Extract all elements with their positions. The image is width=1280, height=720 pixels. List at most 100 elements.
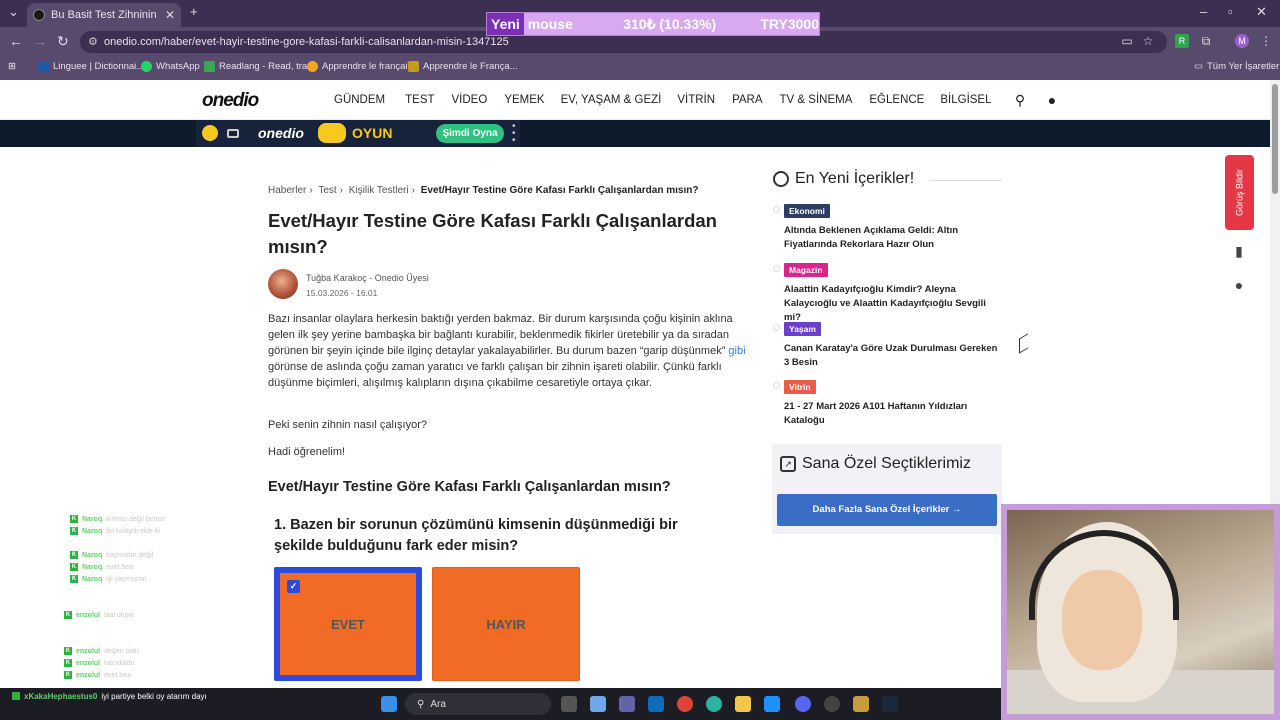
breadcrumb-kisilik[interactable]: Kişilik Testleri bbox=[349, 185, 409, 196]
paragraph-question: Peki senin zihnin nasıl çalışıyor? bbox=[268, 419, 427, 431]
bookmark-add-icon[interactable]: ▮ bbox=[1231, 243, 1247, 259]
gamepad-icon bbox=[202, 125, 218, 141]
webcam-overlay bbox=[1001, 504, 1280, 720]
answer-evet[interactable]: ✓ EVET bbox=[274, 567, 422, 681]
restore-icon[interactable]: ▫ bbox=[1228, 4, 1233, 19]
badge-ekonomi[interactable]: Ekonomi bbox=[784, 204, 830, 218]
extensions-icon[interactable]: ⧉ bbox=[1199, 34, 1213, 48]
nav-tv-sinema[interactable]: TV & SİNEMA bbox=[780, 94, 853, 106]
author-name[interactable]: Tuğba Karakoç bbox=[306, 273, 367, 283]
scrollbar-thumb[interactable] bbox=[1272, 84, 1278, 194]
taskbar-search[interactable]: ⚲ Ara bbox=[405, 693, 551, 715]
start-icon[interactable] bbox=[381, 696, 397, 712]
donation-ticker: Yeni mouse 310₺ (10.33%) TRY3000 bbox=[486, 12, 820, 36]
game-word: OYUN bbox=[352, 125, 393, 141]
tab-title: Bu Basit Test Zihninin Nasıl Çalı bbox=[51, 9, 159, 21]
stream-chat-overlay: K Naroq kırmızı değil bence K Naroq bu kolay… bbox=[34, 488, 274, 688]
intro-link[interactable]: gibi bbox=[728, 345, 745, 357]
nav-video[interactable]: VİDEO bbox=[452, 94, 488, 106]
user-icon[interactable]: ● bbox=[1044, 92, 1060, 108]
bookmark-star-icon[interactable]: ☆ bbox=[1141, 34, 1155, 48]
nav-eglence[interactable]: EĞLENCE bbox=[869, 94, 924, 106]
profile-avatar[interactable]: M bbox=[1235, 34, 1249, 48]
breadcrumb-test[interactable]: Test bbox=[318, 185, 336, 196]
bookmark-apprendre-2[interactable]: Apprendre le França... bbox=[408, 61, 518, 72]
bookmark-readlang[interactable]: Readlang - Read, tra... bbox=[204, 61, 315, 72]
news-item-3[interactable]: Canan Karatay'a Göre Uzak Durulması Gere… bbox=[784, 342, 1004, 370]
league-icon[interactable] bbox=[853, 696, 869, 712]
teams-icon[interactable] bbox=[619, 696, 635, 712]
kick-badge-icon: K bbox=[70, 575, 78, 583]
breadcrumb-current: Evet/Hayır Testine Göre Kafası Farklı Ça… bbox=[420, 185, 699, 196]
site-logo[interactable]: onedio bbox=[202, 90, 259, 112]
chat-row: Kenzolul laal oluyo bbox=[64, 611, 134, 619]
chat-row: K Naroq iyi yapmışsın bbox=[70, 575, 147, 583]
news-item-1[interactable]: Altında Beklenen Açıklama Geldi: Altın F… bbox=[784, 224, 1004, 252]
back-icon[interactable]: ← bbox=[9, 33, 23, 49]
nav-ev-yasam-gezi[interactable]: EV, YAŞAM & GEZİ bbox=[561, 94, 662, 106]
chat-row: K Naroq kaçmadın değil bbox=[70, 551, 154, 559]
search-icon[interactable]: ⚲ bbox=[1012, 92, 1028, 108]
site-info-icon[interactable]: ⚙ bbox=[88, 35, 98, 48]
all-bookmarks[interactable]: ▭ Tüm Yer İşaretleri bbox=[1194, 61, 1280, 72]
close-tab-icon[interactable]: ✕ bbox=[165, 8, 175, 22]
answer-hayir[interactable]: HAYIR bbox=[432, 567, 580, 681]
ticker-price: 310₺ (10.33%) bbox=[623, 15, 717, 32]
forward-icon[interactable]: → bbox=[33, 33, 47, 49]
site-header: onedio GÜNDEM TEST VİDEO YEMEK EV, YAŞAM… bbox=[0, 80, 1270, 120]
feedback-button[interactable]: Görüş Bildir bbox=[1225, 155, 1254, 230]
browser-tab[interactable]: Bu Basit Test Zihninin Nasıl Çalı ✕ bbox=[27, 3, 181, 27]
nav-vitrin[interactable]: VİTRİN bbox=[677, 94, 715, 106]
new-tab-icon[interactable]: + bbox=[190, 4, 198, 19]
file-explorer-icon[interactable] bbox=[735, 696, 751, 712]
author-line: Tuğba Karakoç - Onedio Üyesi bbox=[306, 273, 429, 283]
discord-icon[interactable] bbox=[795, 696, 811, 712]
close-window-icon[interactable]: ✕ bbox=[1256, 4, 1267, 20]
answer-evet-label: EVET bbox=[331, 616, 365, 632]
site-favicon-icon bbox=[33, 9, 45, 21]
badge-vitrin[interactable]: Vitrin bbox=[784, 380, 816, 394]
nav-yemek[interactable]: YEMEK bbox=[504, 94, 544, 106]
tab-search-icon[interactable]: ⌄ bbox=[8, 4, 19, 20]
outlook-icon[interactable] bbox=[648, 696, 664, 712]
ticker-label: Yeni bbox=[487, 13, 524, 35]
more-for-you-button[interactable]: Daha Fazla Sana Özel İçerikler → bbox=[777, 494, 997, 526]
cast-icon[interactable]: ▭ bbox=[1120, 34, 1134, 48]
more-dots-icon[interactable]: • • • bbox=[512, 122, 516, 146]
checkmark-icon: ✓ bbox=[287, 580, 300, 593]
badge-yasam[interactable]: Yaşam bbox=[784, 322, 821, 336]
chrome-icon[interactable] bbox=[677, 696, 693, 712]
apps-icon[interactable]: ⊞ bbox=[8, 61, 16, 72]
minimize-icon[interactable]: – bbox=[1200, 4, 1207, 19]
mail-icon[interactable] bbox=[764, 696, 780, 712]
bookmark-linguee[interactable]: Linguee | Dictionnai... bbox=[38, 61, 144, 72]
game-promo-bar: onedio OYUN Şimdi Oyna • • • bbox=[0, 120, 1270, 147]
edge-icon[interactable] bbox=[706, 696, 722, 712]
search-icon: ⚲ bbox=[417, 698, 425, 710]
publish-date: 15.03.2026 - 16:01 bbox=[306, 288, 378, 298]
nav-bilgisel[interactable]: BİLGİSEL bbox=[940, 94, 991, 106]
play-now-button[interactable]: Şimdi Oyna bbox=[436, 124, 504, 143]
nav-para[interactable]: PARA bbox=[732, 94, 762, 106]
answer-hayir-label: HAYIR bbox=[486, 616, 526, 632]
reload-icon[interactable]: ↻ bbox=[57, 33, 69, 50]
news-item-2[interactable]: Alaattin Kadayıfçıoğlu Kimdir? Aleyna Ka… bbox=[784, 283, 1004, 325]
obs-icon[interactable] bbox=[824, 696, 840, 712]
nav-test[interactable]: TEST bbox=[405, 94, 434, 106]
news-item-4[interactable]: 21 - 27 Mart 2026 A101 Haftanın Yıldızla… bbox=[784, 400, 1004, 428]
menu-icon[interactable]: ⋮ bbox=[1259, 34, 1273, 48]
chat-message: iyi partiye belki oy atarım dayı bbox=[101, 691, 207, 701]
badge-magazin[interactable]: Magazin bbox=[784, 263, 828, 277]
bookmark-apprendre-1[interactable]: Apprendre le français bbox=[307, 61, 412, 72]
comments-icon[interactable]: ● bbox=[1231, 277, 1247, 293]
breadcrumb-haberler[interactable]: Haberler bbox=[268, 185, 306, 196]
game-promo-banner[interactable]: onedio OYUN Şimdi Oyna • • • bbox=[196, 120, 520, 147]
nav-gundem[interactable]: GÜNDEM bbox=[334, 94, 385, 106]
copilot-icon[interactable] bbox=[590, 696, 606, 712]
bookmark-whatsapp[interactable]: WhatsApp bbox=[141, 61, 200, 72]
steam-icon[interactable] bbox=[882, 696, 898, 712]
author-avatar[interactable] bbox=[268, 269, 298, 299]
chat-row: Kenzolul değen olan bbox=[64, 647, 139, 655]
extension-r-icon[interactable]: R bbox=[1175, 34, 1189, 48]
task-view-icon[interactable] bbox=[561, 696, 577, 712]
